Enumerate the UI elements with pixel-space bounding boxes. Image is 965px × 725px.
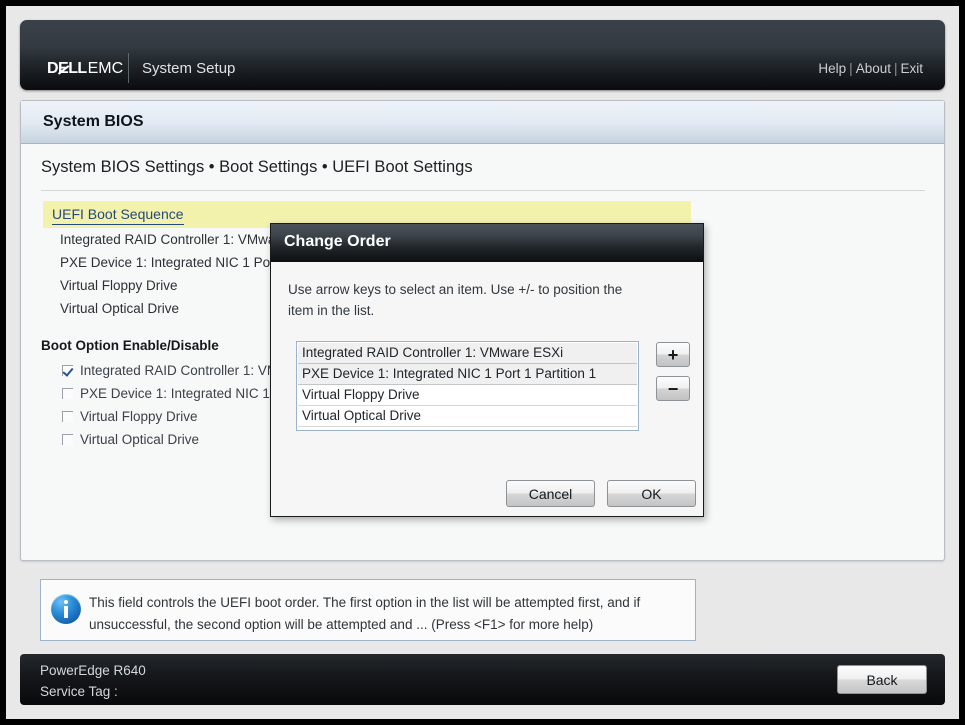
help-text: This field controls the UEFI boot order.… [89,595,641,632]
list-item[interactable]: Virtual Floppy Drive [298,385,637,406]
info-icon-stem [64,606,68,618]
help-box: This field controls the UEFI boot order.… [40,579,696,641]
boot-sequence-item: Virtual Optical Drive [60,301,180,316]
info-icon [51,594,81,624]
cancel-button[interactable]: Cancel [506,480,595,507]
back-button[interactable]: Back [837,665,927,694]
dialog-title: Change Order [284,233,391,250]
logo-emc: EMC [87,60,124,77]
boot-sequence-item: Virtual Floppy Drive [60,278,178,293]
checkbox-icon[interactable] [62,411,73,422]
boot-order-listbox[interactable]: Integrated RAID Controller 1: VMware ESX… [296,341,639,431]
system-setup-title: System Setup [142,60,236,77]
service-tag: Service Tag : [40,684,118,699]
logo-divider [128,53,129,83]
about-link[interactable]: About [856,61,891,76]
logo-letter-d: D [47,60,59,77]
list-item[interactable]: Integrated RAID Controller 1: VMware ESX… [298,343,637,364]
checkbox-icon[interactable] [62,365,73,376]
uefi-boot-sequence-link[interactable]: UEFI Boot Sequence [52,206,184,225]
ok-button[interactable]: OK [607,480,696,507]
link-separator-1: | [849,61,853,76]
logo-letter-e-slashed: E [57,60,69,77]
boot-option-label: Virtual Floppy Drive [80,409,198,424]
move-item-down-button[interactable]: − [656,376,690,401]
info-icon-dot [64,600,68,604]
change-order-dialog: Change Order Use arrow keys to select an… [270,223,704,517]
minus-icon: − [667,378,679,399]
bios-screen: DELLEMC System Setup Help | About | Exit Sys… [0,0,965,725]
topbar-links: Help | About | Exit [818,61,923,76]
footer-bar: PowerEdge R640 Service Tag : Back [20,654,945,705]
plus-icon: + [667,344,679,365]
top-bar: DELLEMC System Setup Help | About | Exit [20,20,945,90]
page-surface: DELLEMC System Setup Help | About | Exit Sys… [6,6,959,719]
checkbox-icon[interactable] [62,434,73,445]
boot-option-row[interactable]: Virtual Optical Drive [62,432,199,447]
list-item[interactable]: PXE Device 1: Integrated NIC 1 Port 1 Pa… [298,364,637,385]
boot-option-label: Virtual Optical Drive [80,432,200,447]
help-link[interactable]: Help [818,61,846,76]
dialog-titlebar: Change Order [271,224,703,262]
boot-option-enable-title: Boot Option Enable/Disable [41,338,219,353]
checkbox-icon[interactable] [62,388,73,399]
boot-option-row[interactable]: Virtual Floppy Drive [62,409,198,424]
dialog-instruction: Use arrow keys to select an item. Use +/… [288,282,623,318]
system-model: PowerEdge R640 [40,663,146,678]
list-item[interactable]: Virtual Optical Drive [298,406,637,427]
move-item-up-button[interactable]: + [656,342,690,367]
dell-emc-logo: DELLEMC [47,60,123,78]
logo-letters-ll: LL [68,60,87,77]
exit-link[interactable]: Exit [900,61,923,76]
